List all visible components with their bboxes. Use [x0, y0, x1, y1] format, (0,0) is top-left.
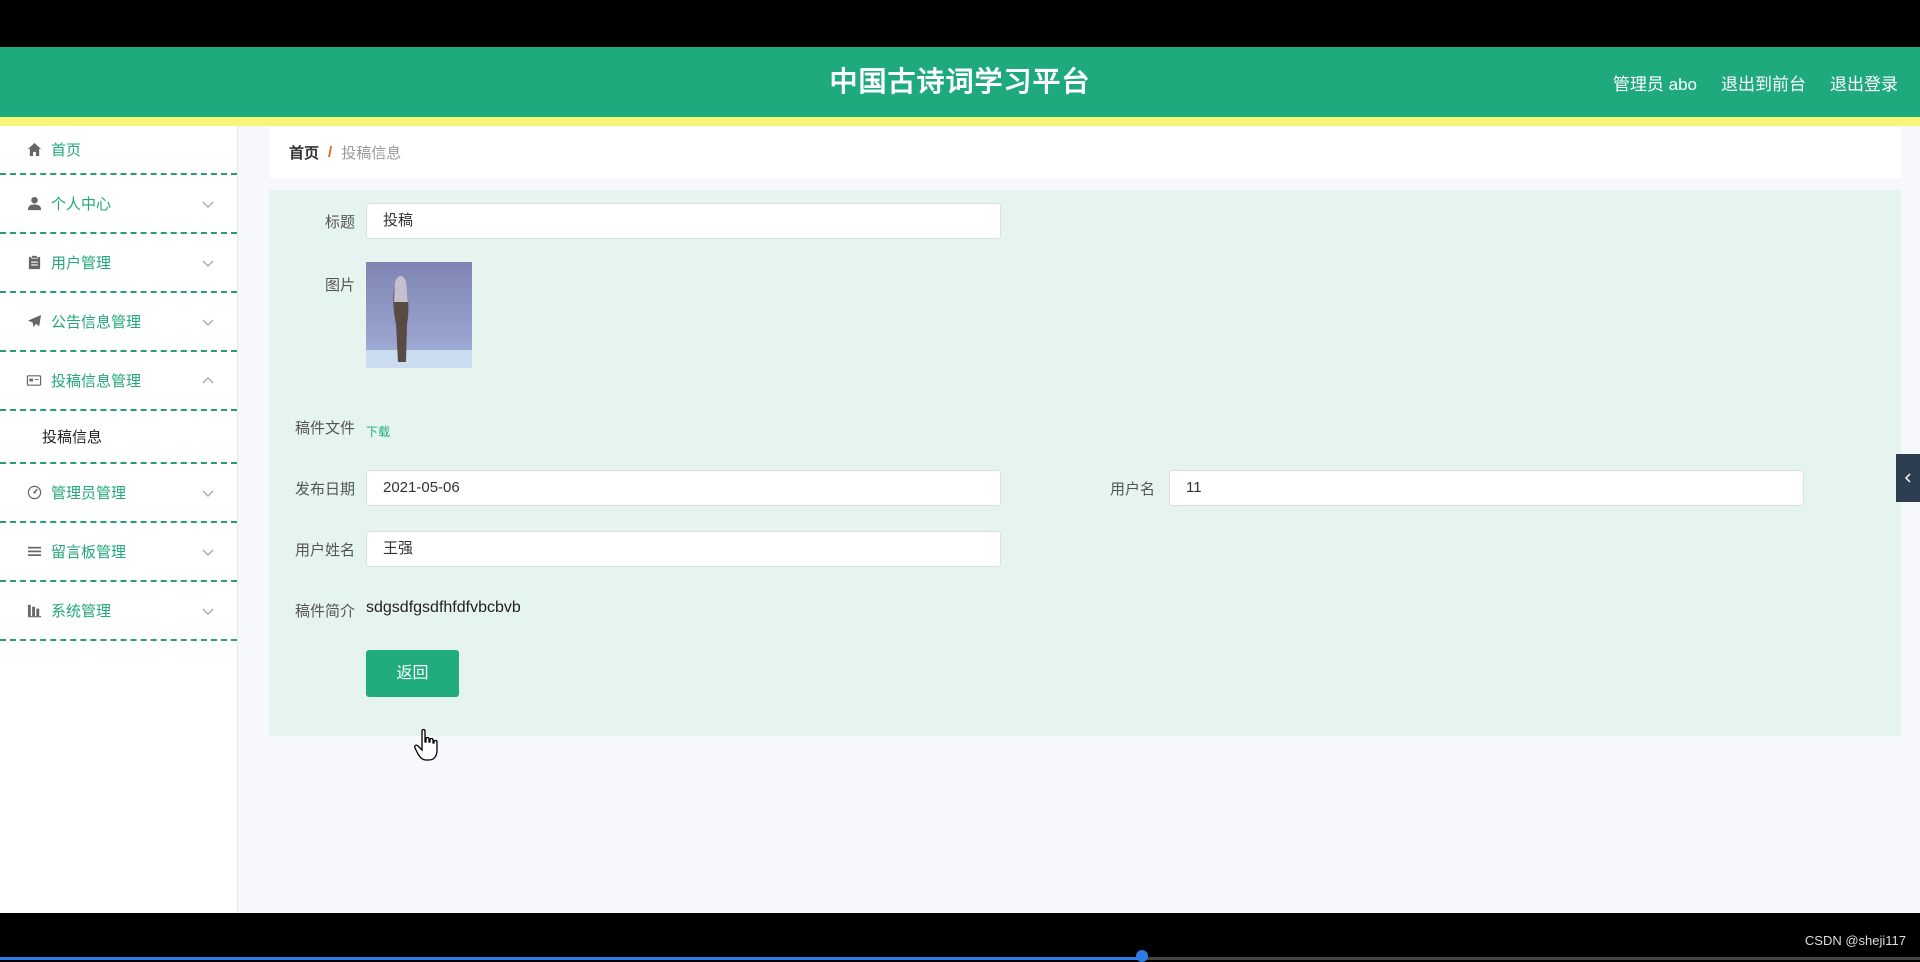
home-icon [26, 142, 42, 158]
user-icon [26, 196, 42, 212]
gauge-icon [26, 485, 42, 501]
title-label: 标题 [324, 214, 355, 231]
realname-label: 用户姓名 [294, 542, 355, 559]
file-label: 稿件文件 [294, 420, 355, 437]
date-field[interactable]: 2021-05-06 [366, 470, 1001, 506]
app-window: 中国古诗词学习平台 管理员 abo 退出到前台 退出登录 首页 个人中心 用户管… [0, 47, 1920, 913]
sidebar-item-personal[interactable]: 个人中心 [0, 175, 237, 234]
clipboard-icon [26, 255, 42, 271]
sidebar-item-system[interactable]: 系统管理 [0, 582, 237, 641]
send-icon [26, 314, 42, 330]
breadcrumb: 首页 / 投稿信息 [269, 127, 1901, 178]
sidebar-item-label: 管理员管理 [51, 485, 127, 502]
sidebar-item-admins[interactable]: 管理员管理 [0, 464, 237, 523]
sidebar-item-label: 公告信息管理 [51, 314, 142, 331]
hand-cursor-icon [414, 728, 438, 761]
sidebar-item-users[interactable]: 用户管理 [0, 234, 237, 293]
card-icon [26, 373, 42, 389]
breadcrumb-separator: / [328, 144, 333, 161]
intro-label: 稿件简介 [294, 603, 355, 620]
chevron-down-icon [202, 608, 214, 615]
realname-field[interactable]: 王强 [366, 531, 1001, 567]
sidebar-item-messageboard[interactable]: 留言板管理 [0, 523, 237, 582]
sidebar-item-home[interactable]: 首页 [0, 126, 237, 175]
progress-handle[interactable] [1136, 950, 1148, 962]
title-field[interactable]: 投稿 [366, 203, 1001, 239]
list-icon [26, 544, 42, 560]
back-button[interactable]: 返回 [366, 650, 459, 697]
date-label: 发布日期 [294, 481, 355, 498]
breadcrumb-current: 投稿信息 [341, 145, 402, 162]
username-label: 用户名 [1109, 481, 1155, 498]
sidebar-item-label: 投稿信息管理 [51, 373, 142, 390]
watermark: CSDN @sheji117 [1804, 933, 1906, 948]
breadcrumb-home[interactable]: 首页 [289, 142, 319, 163]
sidebar-item-submissions[interactable]: 投稿信息管理 [0, 352, 237, 411]
admin-label: 管理员 abo [1612, 74, 1697, 94]
collapse-panel-button[interactable] [1896, 454, 1920, 502]
submission-image [366, 262, 472, 368]
sidebar-item-label: 个人中心 [51, 196, 112, 213]
sidebar: 首页 个人中心 用户管理 公告信息管理 投稿信息管理 投稿信息 管理员管理 留言… [0, 126, 238, 913]
sidebar-item-notices[interactable]: 公告信息管理 [0, 293, 237, 352]
header-accent-strip [0, 117, 1920, 126]
video-bottom-bar: CSDN @sheji117 [0, 913, 1920, 962]
chevron-up-icon [202, 376, 214, 383]
chevron-down-icon [202, 319, 214, 326]
header-actions: 管理员 abo 退出到前台 退出登录 [1613, 47, 1898, 117]
bars-icon [26, 603, 42, 619]
detail-form: 标题 投稿 图片 稿件文件 下载 发布日期 2021-05-06 用户名 11 … [269, 190, 1901, 736]
chevron-down-icon [202, 260, 214, 267]
logout-link[interactable]: 退出登录 [1830, 70, 1898, 95]
chevron-down-icon [202, 549, 214, 556]
image-label: 图片 [324, 277, 355, 294]
chevron-down-icon [202, 201, 214, 208]
sidebar-item-label: 用户管理 [51, 255, 112, 272]
sidebar-subitem-submission-info[interactable]: 投稿信息 [0, 411, 237, 464]
sidebar-item-label: 系统管理 [51, 603, 112, 620]
chevron-left-icon [1904, 473, 1911, 483]
intro-text: sdgsdfgsdfhfdfvbcbvb [366, 599, 521, 616]
sidebar-item-label: 首页 [51, 142, 82, 159]
username-field[interactable]: 11 [1169, 470, 1804, 506]
exit-to-front-link[interactable]: 退出到前台 [1721, 70, 1806, 95]
chevron-down-icon [202, 490, 214, 497]
sidebar-item-label: 留言板管理 [51, 544, 127, 561]
top-header: 中国古诗词学习平台 管理员 abo 退出到前台 退出登录 [0, 47, 1920, 117]
download-link[interactable]: 下载 [366, 423, 390, 440]
